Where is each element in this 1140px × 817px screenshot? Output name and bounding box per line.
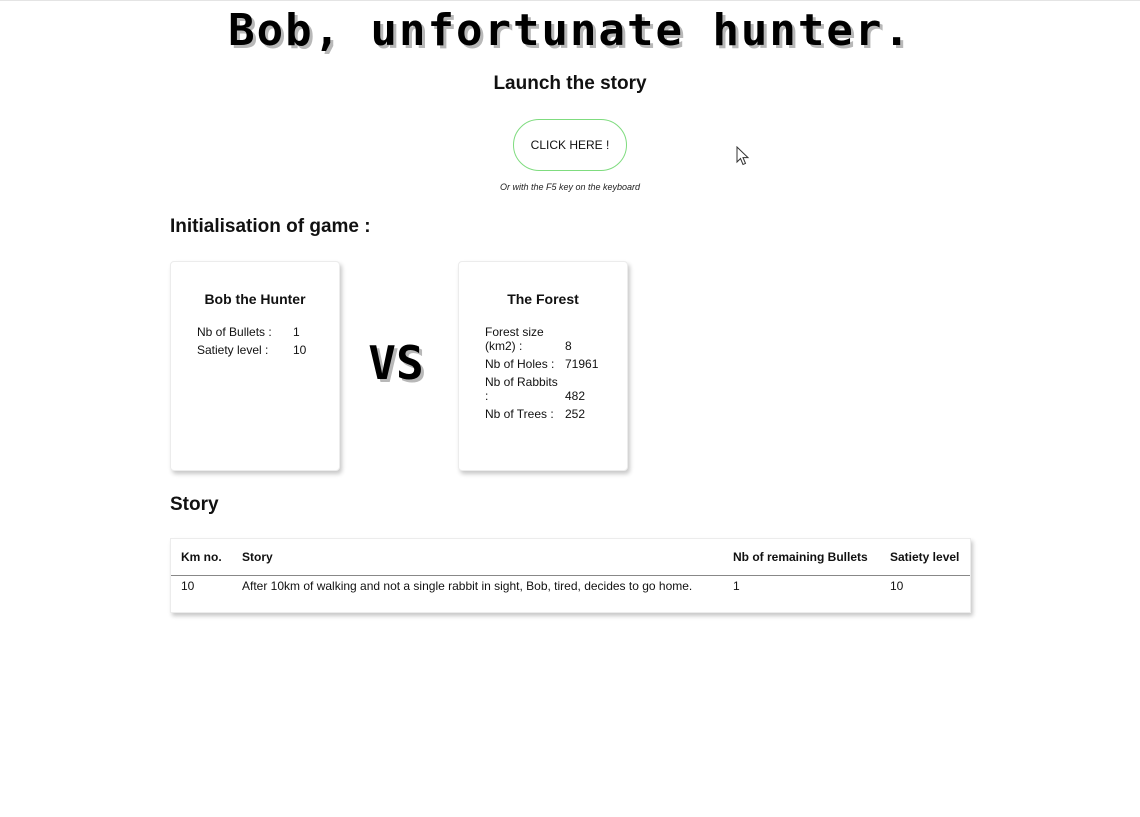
initialisation-heading: Initialisation of game : bbox=[170, 216, 371, 237]
page: Bob, unfortunate hunter. Launch the stor… bbox=[0, 0, 1140, 817]
stat-value: 1 bbox=[293, 325, 300, 339]
cell-km: 10 bbox=[181, 579, 195, 593]
forest-stats-table: Forest size (km2) : 8 Nb of Holes : 7196… bbox=[483, 323, 600, 423]
column-header-bullets: Nb of remaining Bullets bbox=[723, 539, 880, 576]
column-header-story: Story bbox=[232, 539, 723, 576]
hunter-stat-row: Nb of Bullets : 1 bbox=[195, 323, 308, 341]
cell-bullets: 1 bbox=[733, 579, 740, 593]
hunter-card-title: Bob the Hunter bbox=[204, 291, 306, 307]
story-header-row: Km no. Story Nb of remaining Bullets Sat… bbox=[171, 539, 970, 576]
column-header-satiety: Satiety level bbox=[880, 539, 970, 576]
stat-value: 71961 bbox=[565, 357, 599, 371]
launch-story-button[interactable]: CLICK HERE ! bbox=[513, 119, 627, 171]
stat-value: 482 bbox=[565, 389, 586, 403]
stat-label: Nb of Bullets : bbox=[197, 325, 272, 339]
page-title: Bob, unfortunate hunter. bbox=[228, 5, 912, 56]
stat-label: Satiety level : bbox=[197, 343, 269, 357]
cell-story: After 10km of walking and not a single r… bbox=[242, 579, 693, 593]
forest-stat-row: Nb of Rabbits : 482 bbox=[483, 373, 600, 405]
stat-value: 10 bbox=[293, 343, 307, 357]
top-divider bbox=[0, 0, 1140, 1]
stat-value: 8 bbox=[565, 339, 572, 353]
mouse-pointer-icon bbox=[736, 146, 750, 166]
forest-stat-row: Nb of Holes : 71961 bbox=[483, 355, 600, 373]
cell-satiety: 10 bbox=[890, 579, 904, 593]
story-table: Km no. Story Nb of remaining Bullets Sat… bbox=[171, 539, 970, 595]
forest-stat-row: Forest size (km2) : 8 bbox=[483, 323, 600, 355]
hunter-stats-table: Nb of Bullets : 1 Satiety level : 10 bbox=[195, 323, 308, 359]
column-header-km: Km no. bbox=[171, 539, 232, 576]
hunter-card: Bob the Hunter Nb of Bullets : 1 Satiety… bbox=[170, 261, 340, 471]
hunter-stat-row: Satiety level : 10 bbox=[195, 341, 308, 359]
forest-card-title: The Forest bbox=[507, 291, 579, 307]
stat-value: 252 bbox=[565, 407, 586, 421]
stat-label: Nb of Trees : bbox=[485, 407, 554, 421]
forest-card: The Forest Forest size (km2) : 8 Nb of H… bbox=[458, 261, 628, 471]
story-heading: Story bbox=[170, 494, 219, 515]
stat-label: Nb of Holes : bbox=[485, 357, 555, 371]
stat-label: Forest size (km2) : bbox=[485, 325, 544, 353]
forest-stat-row: Nb of Trees : 252 bbox=[483, 405, 600, 423]
stat-label: Nb of Rabbits : bbox=[485, 375, 558, 403]
launch-heading: Launch the story bbox=[493, 73, 647, 94]
versus-label: VS bbox=[368, 336, 424, 390]
launch-hint: Or with the F5 key on the keyboard bbox=[499, 182, 641, 192]
table-row: 10 After 10km of walking and not a singl… bbox=[171, 576, 970, 596]
story-panel: Km no. Story Nb of remaining Bullets Sat… bbox=[170, 538, 971, 613]
